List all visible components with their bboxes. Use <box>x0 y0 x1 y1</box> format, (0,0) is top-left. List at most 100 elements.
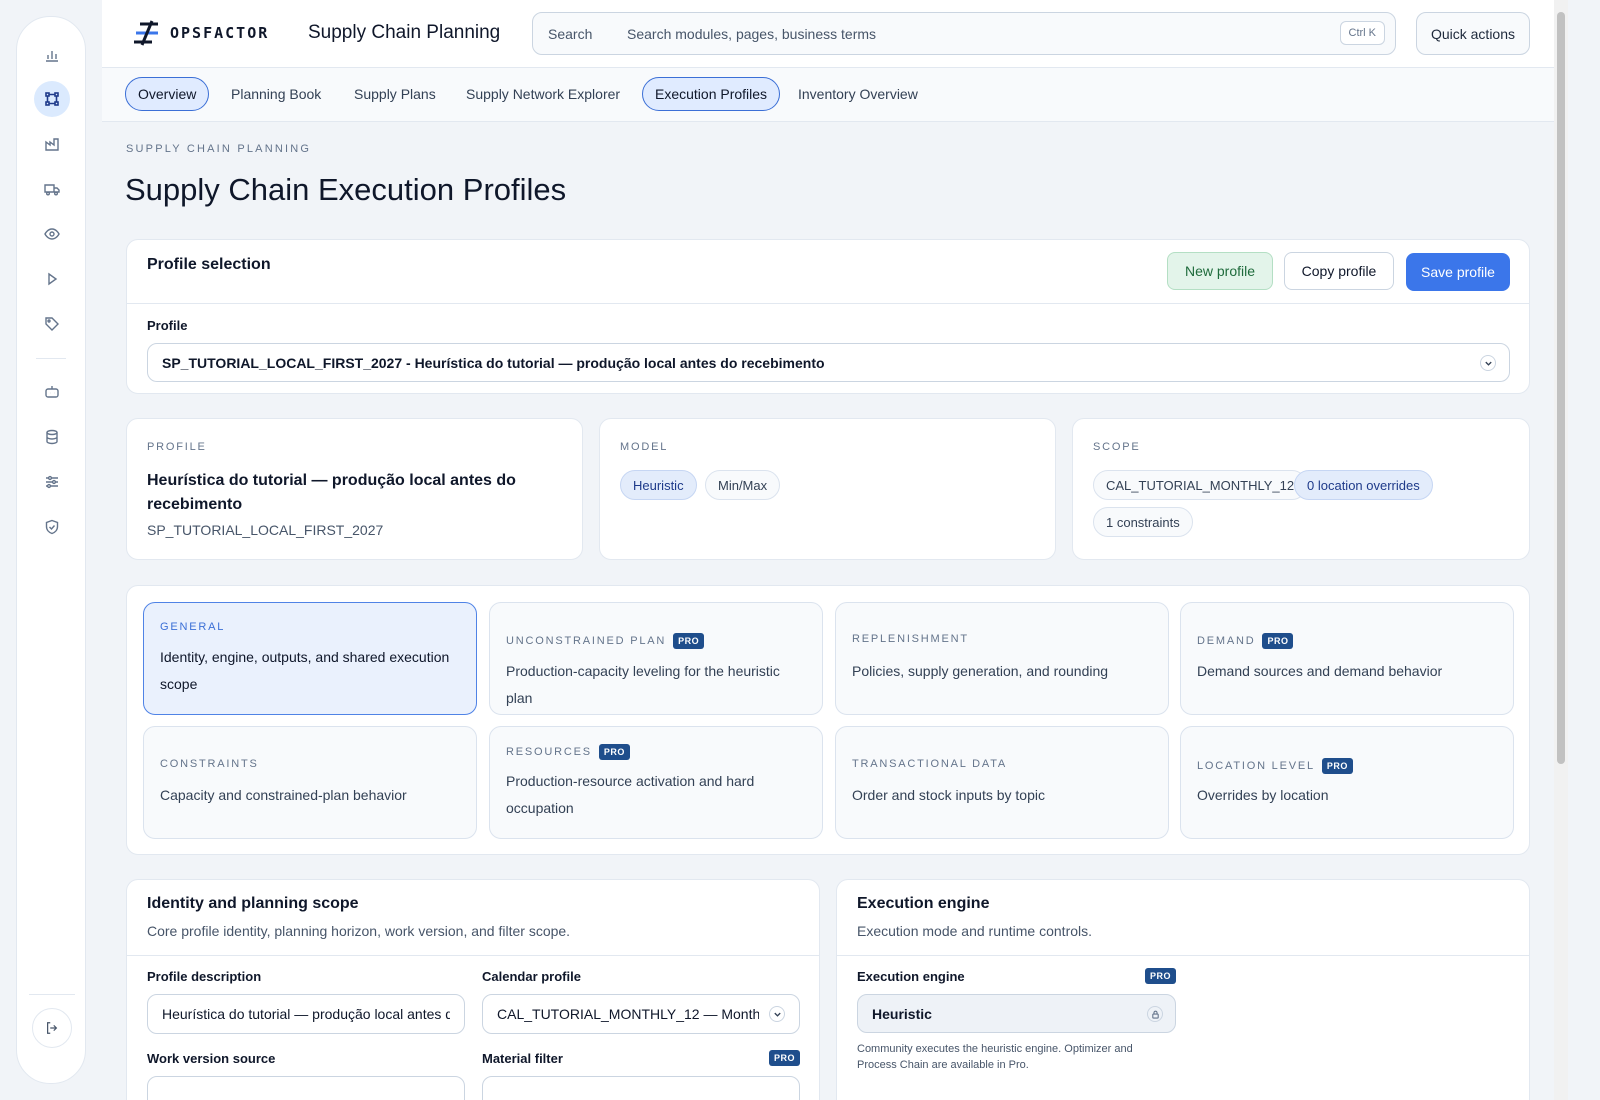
scope-chip-calendar: CAL_TUTORIAL_MONTHLY_12 <box>1093 470 1308 500</box>
profile-code: SP_TUTORIAL_LOCAL_FIRST_2027 <box>147 522 384 538</box>
network-icon[interactable] <box>34 81 70 117</box>
execution-engine-help: Community executes the heuristic engine.… <box>857 1043 1133 1071</box>
calendar-profile-label: Calendar profile <box>482 969 581 984</box>
profile-name: Heurística do tutorial — produção local … <box>147 472 516 513</box>
material-filter-label: Material filter <box>482 1051 563 1066</box>
pro-badge: PRO <box>598 744 630 760</box>
section-tile-desc: Policies, supply generation, and roundin… <box>852 663 1109 679</box>
lock-icon <box>1147 1006 1163 1022</box>
model-summary-label: MODEL <box>620 441 669 453</box>
section-tile-label: TRANSACTIONAL DATA <box>852 758 1008 770</box>
tab-overview[interactable]: Overview <box>125 77 210 111</box>
identity-scope-title: Identity and planning scope <box>147 895 359 912</box>
profile-sections-card: GENERAL Identity, engine, outputs, and s… <box>126 585 1530 855</box>
save-profile-button[interactable]: Save profile <box>1406 253 1510 291</box>
pro-badge: PRO <box>1145 968 1177 984</box>
profile-summary-card: PROFILE Heurística do tutorial — produçã… <box>126 418 583 560</box>
profile-description-label: Profile description <box>147 969 262 984</box>
section-tile-desc: Overrides by location <box>1197 787 1329 803</box>
page-title: Supply Chain Execution Profiles <box>125 172 567 207</box>
model-summary-card: MODEL Heuristic Min/Max <box>599 418 1056 560</box>
global-search[interactable]: Search Ctrl K <box>532 12 1396 55</box>
section-tile-label: REPLENISHMENT <box>852 633 969 645</box>
section-tile-label: GENERAL <box>160 621 226 633</box>
play-icon[interactable] <box>34 261 70 297</box>
scope-chip-location-overrides: 0 location overrides <box>1294 470 1433 500</box>
model-chip-minmax: Min/Max <box>705 470 781 500</box>
pro-badge: PRO <box>1321 758 1353 774</box>
section-tile-label: UNCONSTRAINED PLAN PRO <box>506 633 705 649</box>
profile-selection-card: Profile selection New profile Copy profi… <box>126 239 1530 394</box>
top-bar: OPSFACTOR Supply Chain Planning Search C… <box>102 0 1554 68</box>
execution-engine-value: Heuristic <box>872 1006 932 1022</box>
bar-chart-icon[interactable] <box>34 37 70 73</box>
tab-supply-plans[interactable]: Supply Plans <box>341 77 449 111</box>
tab-planning-book[interactable]: Planning Book <box>218 77 334 111</box>
section-tile-resources[interactable]: RESOURCES PRO Production-resource activat… <box>489 726 823 839</box>
tab-supply-network-explorer[interactable]: Supply Network Explorer <box>453 77 633 111</box>
card-divider <box>127 955 819 956</box>
database-icon[interactable] <box>34 419 70 455</box>
section-tile-label: RESOURCES PRO <box>506 744 630 760</box>
search-label: Search <box>548 26 593 42</box>
chevron-down-icon <box>769 1006 785 1022</box>
logout-icon[interactable] <box>32 1008 72 1048</box>
profile-description-input[interactable] <box>147 994 465 1034</box>
tab-inventory-overview[interactable]: Inventory Overview <box>785 77 931 111</box>
section-tile-replenishment[interactable]: REPLENISHMENT Policies, supply generatio… <box>835 602 1169 715</box>
section-tile-demand[interactable]: DEMAND PRO Demand sources and demand beha… <box>1180 602 1514 715</box>
identity-scope-desc: Core profile identity, planning horizon,… <box>147 923 571 939</box>
profile-selection-title: Profile selection <box>147 256 271 273</box>
search-input[interactable] <box>627 23 1327 45</box>
section-tile-label: DEMAND PRO <box>1197 633 1294 649</box>
work-version-source-select[interactable] <box>147 1076 465 1100</box>
section-tile-desc: Production-resource activation and hard … <box>506 773 755 816</box>
factory-icon[interactable] <box>34 126 70 162</box>
profile-select[interactable]: SP_TUTORIAL_LOCAL_FIRST_2027 - Heurístic… <box>147 343 1510 382</box>
execution-engine-desc: Execution mode and runtime controls. <box>857 923 1093 939</box>
section-tile-desc: Order and stock inputs by topic <box>852 787 1045 803</box>
execution-engine-title: Execution engine <box>857 895 990 912</box>
sidebar-divider <box>29 994 75 995</box>
opsfactor-logo-icon <box>134 20 158 46</box>
brand-name: OPSFACTOR <box>170 24 270 42</box>
profile-select-value: SP_TUTORIAL_LOCAL_FIRST_2027 - Heurístic… <box>162 355 825 371</box>
sliders-icon[interactable] <box>34 464 70 500</box>
model-chip-heuristic: Heuristic <box>620 470 697 500</box>
app-title: Supply Chain Planning <box>308 22 501 43</box>
calendar-profile-value: CAL_TUTORIAL_MONTHLY_12 — Monthly <box>497 1006 759 1022</box>
eye-icon[interactable] <box>34 216 70 252</box>
section-tile-transactional-data[interactable]: TRANSACTIONAL DATA Order and stock input… <box>835 726 1169 839</box>
scope-summary-card: SCOPE CAL_TUTORIAL_MONTHLY_12 0 location… <box>1072 418 1530 560</box>
execution-engine-card: Execution engine Execution mode and runt… <box>836 879 1530 1100</box>
section-tile-constraints[interactable]: CONSTRAINTS Capacity and constrained-pla… <box>143 726 477 839</box>
scope-chip-constraints: 1 constraints <box>1093 507 1193 537</box>
module-tabs: Overview Planning Book Supply Plans Supp… <box>102 68 1554 122</box>
quick-actions-button[interactable]: Quick actions <box>1416 12 1530 55</box>
shield-icon[interactable] <box>34 509 70 545</box>
tab-execution-profiles[interactable]: Execution Profiles <box>642 77 781 111</box>
section-tile-desc: Identity, engine, outputs, and shared ex… <box>160 649 450 692</box>
card-divider <box>837 955 1529 956</box>
page-scrollbar-thumb[interactable] <box>1557 12 1565 764</box>
material-filter-select[interactable] <box>482 1076 800 1100</box>
pro-badge: PRO <box>673 633 705 649</box>
section-tile-general[interactable]: GENERAL Identity, engine, outputs, and s… <box>143 602 477 715</box>
section-tile-label: LOCATION LEVEL PRO <box>1197 758 1353 774</box>
scope-summary-label: SCOPE <box>1093 441 1141 453</box>
calendar-profile-select[interactable]: CAL_TUTORIAL_MONTHLY_12 — Monthly <box>482 994 800 1034</box>
copy-profile-button[interactable]: Copy profile <box>1284 252 1394 290</box>
card-divider <box>127 303 1529 304</box>
truck-icon[interactable] <box>34 171 70 207</box>
sidebar <box>16 16 86 1084</box>
section-tile-desc: Production-capacity leveling for the heu… <box>506 663 780 706</box>
new-profile-button[interactable]: New profile <box>1167 252 1273 290</box>
work-version-source-label: Work version source <box>147 1051 276 1066</box>
section-tile-unconstrained-plan[interactable]: UNCONSTRAINED PLAN PRO Production-capacit… <box>489 602 823 715</box>
bot-icon[interactable] <box>34 374 70 410</box>
execution-engine-field: Heuristic <box>857 994 1176 1033</box>
section-tile-location-level[interactable]: LOCATION LEVEL PRO Overrides by location <box>1180 726 1514 839</box>
sidebar-divider <box>36 358 66 359</box>
tag-icon[interactable] <box>34 306 70 342</box>
brand-logo[interactable]: OPSFACTOR <box>132 20 269 46</box>
